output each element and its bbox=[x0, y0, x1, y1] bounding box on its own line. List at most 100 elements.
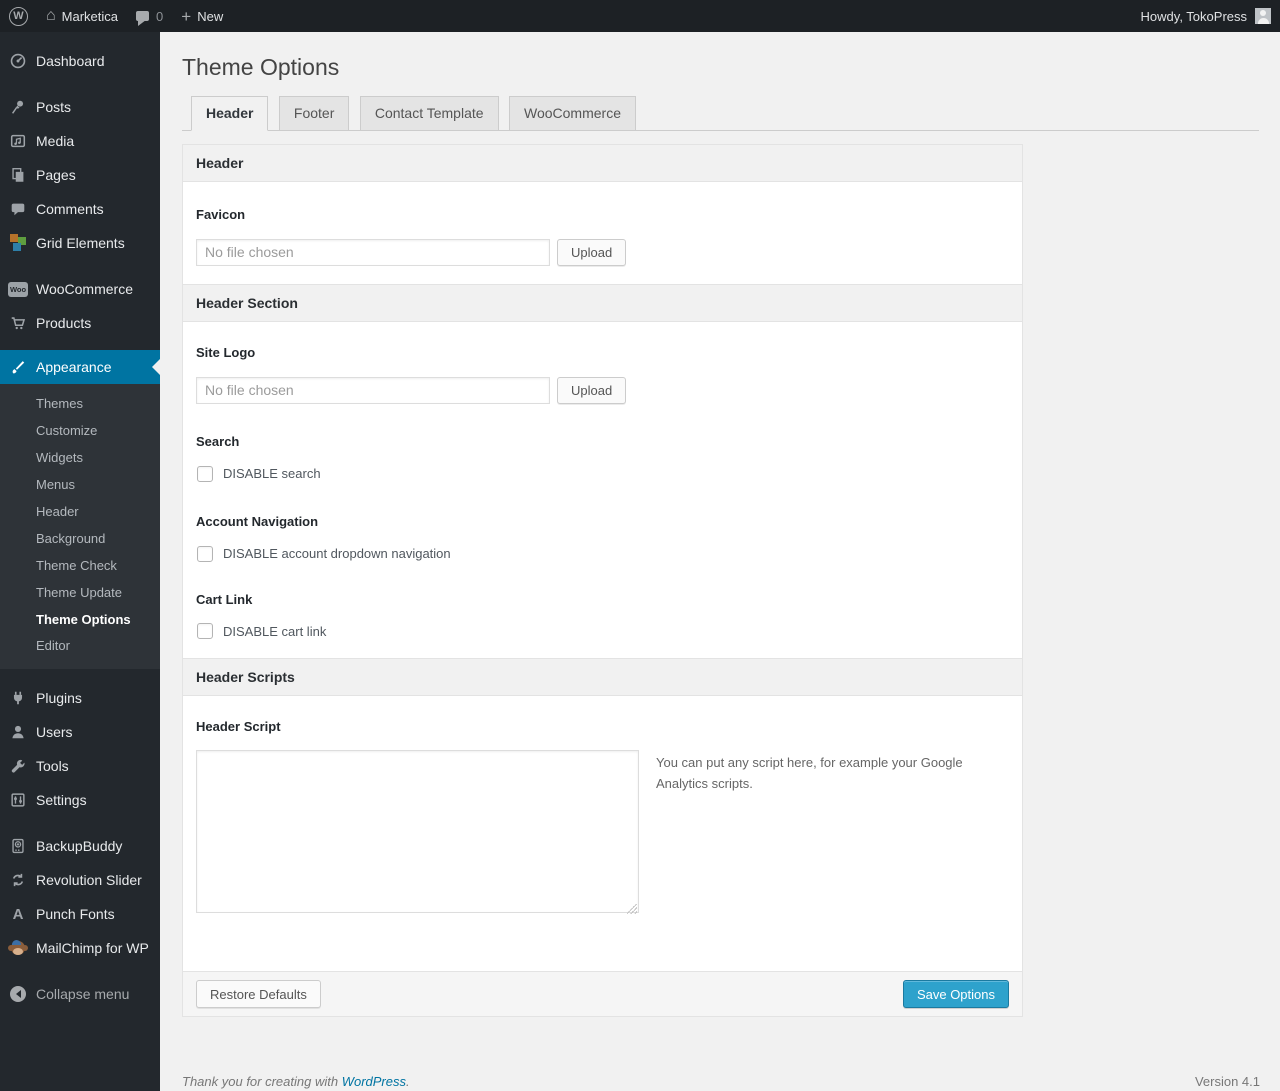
disable-cart-link-text: DISABLE cart link bbox=[223, 623, 327, 639]
sidebar-item-products[interactable]: Products bbox=[0, 306, 160, 340]
sidebar-item-settings[interactable]: Settings bbox=[0, 783, 160, 817]
submenu-widgets[interactable]: Widgets bbox=[0, 445, 160, 472]
sidebar-label: BackupBuddy bbox=[36, 838, 123, 855]
submenu-theme-check[interactable]: Theme Check bbox=[0, 553, 160, 580]
favicon-upload-button[interactable]: Upload bbox=[557, 238, 627, 266]
search-label: Search bbox=[196, 433, 240, 449]
restore-defaults-button[interactable]: Restore Defaults bbox=[196, 980, 321, 1009]
tab-woocommerce[interactable]: WooCommerce bbox=[509, 96, 636, 131]
header-script-textarea[interactable] bbox=[196, 750, 639, 914]
wrench-icon bbox=[8, 756, 28, 776]
sidebar-label: Products bbox=[36, 315, 92, 331]
submenu-header[interactable]: Header bbox=[0, 499, 160, 526]
user-avatar[interactable] bbox=[1255, 8, 1271, 24]
comments-shortcut[interactable]: 0 bbox=[127, 0, 172, 32]
sidebar-label: Revolution Slider bbox=[36, 872, 142, 889]
page-title: Theme Options bbox=[182, 54, 340, 80]
sidebar-label: Grid Elements bbox=[36, 235, 125, 251]
sidebar-item-comments[interactable]: Comments bbox=[0, 192, 160, 226]
disable-cart-link-checkbox[interactable] bbox=[197, 623, 213, 640]
tab-bar: Header Footer Contact Template WooCommer… bbox=[182, 96, 1259, 131]
sidebar-item-plugins[interactable]: Plugins bbox=[0, 681, 160, 715]
media-icon bbox=[8, 131, 28, 151]
sidebar-item-users[interactable]: Users bbox=[0, 715, 160, 749]
site-name: Marketica bbox=[61, 8, 119, 24]
version-text: Version 4.1 bbox=[1194, 1074, 1260, 1090]
revolution-slider-icon bbox=[8, 870, 28, 890]
sidebar-label: Pages bbox=[36, 167, 76, 183]
submenu-theme-options[interactable]: Theme Options bbox=[0, 607, 160, 634]
sidebar-label: Appearance bbox=[36, 359, 112, 375]
collapse-menu-button[interactable]: Collapse menu bbox=[0, 977, 160, 1011]
submenu-customize[interactable]: Customize bbox=[0, 418, 160, 445]
sidebar-item-pages[interactable]: Pages bbox=[0, 158, 160, 192]
section-header-scripts: Header Scripts bbox=[183, 658, 1022, 697]
sidebar-item-mailchimp[interactable]: MailChimp for WP bbox=[0, 931, 160, 965]
sidebar-item-dashboard[interactable]: Dashboard bbox=[0, 44, 160, 78]
mailchimp-monkey-icon bbox=[8, 938, 28, 958]
collapse-arrow-icon bbox=[8, 984, 28, 1004]
sidebar-item-posts[interactable]: Posts bbox=[0, 90, 160, 124]
admin-bar: W ⌂ Marketica 0 + New Howdy, TokoPress bbox=[0, 0, 1280, 32]
submenu-menus[interactable]: Menus bbox=[0, 472, 160, 499]
wordpress-link[interactable]: WordPress bbox=[342, 1074, 406, 1089]
appearance-icon bbox=[8, 357, 28, 377]
sidebar-item-media[interactable]: Media bbox=[0, 124, 160, 158]
save-options-button[interactable]: Save Options bbox=[902, 980, 1009, 1009]
backupbuddy-icon bbox=[8, 836, 28, 856]
header-script-label: Header Script bbox=[196, 719, 281, 735]
sidebar-item-grid-elements[interactable]: Grid Elements bbox=[0, 226, 160, 260]
sidebar-label: Dashboard bbox=[36, 53, 105, 69]
footer-thanks-text: Thank you for creating with WordPress. bbox=[182, 1074, 410, 1089]
howdy-account-link[interactable]: Howdy, TokoPress bbox=[1141, 9, 1247, 24]
sidebar-label: Comments bbox=[36, 201, 104, 217]
pages-icon bbox=[8, 165, 28, 185]
new-content-menu[interactable]: + New bbox=[172, 0, 232, 32]
sidebar-item-punch-fonts[interactable]: A Punch Fonts bbox=[0, 897, 160, 931]
cart-link-label: Cart Link bbox=[196, 591, 253, 607]
sidebar-item-woocommerce[interactable]: Woo WooCommerce bbox=[0, 272, 160, 306]
site-logo-file-input[interactable] bbox=[196, 376, 550, 404]
wordpress-menu[interactable]: W bbox=[0, 0, 37, 32]
sidebar-label: Collapse menu bbox=[36, 986, 130, 1003]
site-logo-label: Site Logo bbox=[196, 344, 256, 360]
favicon-file-input[interactable] bbox=[196, 238, 550, 266]
account-navigation-label: Account Navigation bbox=[196, 513, 319, 529]
submenu-editor[interactable]: Editor bbox=[0, 633, 160, 660]
plugin-icon bbox=[8, 688, 28, 708]
sidebar-label: Posts bbox=[36, 99, 72, 115]
sidebar-item-revolution-slider[interactable]: Revolution Slider bbox=[0, 863, 160, 897]
comments-icon bbox=[8, 199, 28, 219]
tab-header[interactable]: Header bbox=[191, 96, 269, 131]
main-content: Theme Options Header Footer Contact Temp… bbox=[160, 32, 1280, 1091]
home-icon: ⌂ bbox=[46, 7, 56, 24]
tab-footer[interactable]: Footer bbox=[278, 96, 350, 131]
comments-count: 0 bbox=[156, 8, 164, 24]
submenu-theme-update[interactable]: Theme Update bbox=[0, 580, 160, 607]
disable-search-checkbox[interactable] bbox=[197, 465, 213, 482]
posts-icon bbox=[8, 97, 28, 117]
dashboard-icon bbox=[8, 51, 28, 71]
appearance-submenu: Themes Customize Widgets Menus Header Ba… bbox=[0, 384, 160, 670]
user-icon bbox=[8, 722, 28, 742]
submenu-background[interactable]: Background bbox=[0, 526, 160, 553]
sidebar-label: Tools bbox=[36, 758, 69, 775]
site-logo-upload-button[interactable]: Upload bbox=[557, 376, 627, 404]
sidebar-item-backupbuddy[interactable]: BackupBuddy bbox=[0, 829, 160, 863]
footer-thanks-suffix: . bbox=[406, 1074, 410, 1090]
sidebar-label: MailChimp for WP bbox=[36, 940, 149, 957]
disable-account-nav-text: DISABLE account dropdown navigation bbox=[223, 546, 451, 562]
submenu-themes[interactable]: Themes bbox=[0, 391, 160, 418]
tab-contact-template[interactable]: Contact Template bbox=[359, 96, 499, 131]
grid-elements-icon bbox=[8, 233, 28, 253]
section-header: Header bbox=[183, 144, 1022, 182]
woocommerce-icon: Woo bbox=[8, 279, 28, 299]
site-link[interactable]: ⌂ Marketica bbox=[37, 0, 127, 32]
theme-options-panel: Header Favicon Upload Header Section Sit… bbox=[182, 143, 1023, 1018]
sidebar-item-appearance[interactable]: Appearance bbox=[0, 350, 160, 384]
page-footer: Thank you for creating with WordPress. V… bbox=[182, 1074, 1260, 1089]
panel-footer: Restore Defaults Save Options bbox=[183, 971, 1022, 1017]
sidebar-item-tools[interactable]: Tools bbox=[0, 749, 160, 783]
sidebar-label: Media bbox=[36, 133, 75, 149]
disable-account-nav-checkbox[interactable] bbox=[197, 545, 213, 562]
